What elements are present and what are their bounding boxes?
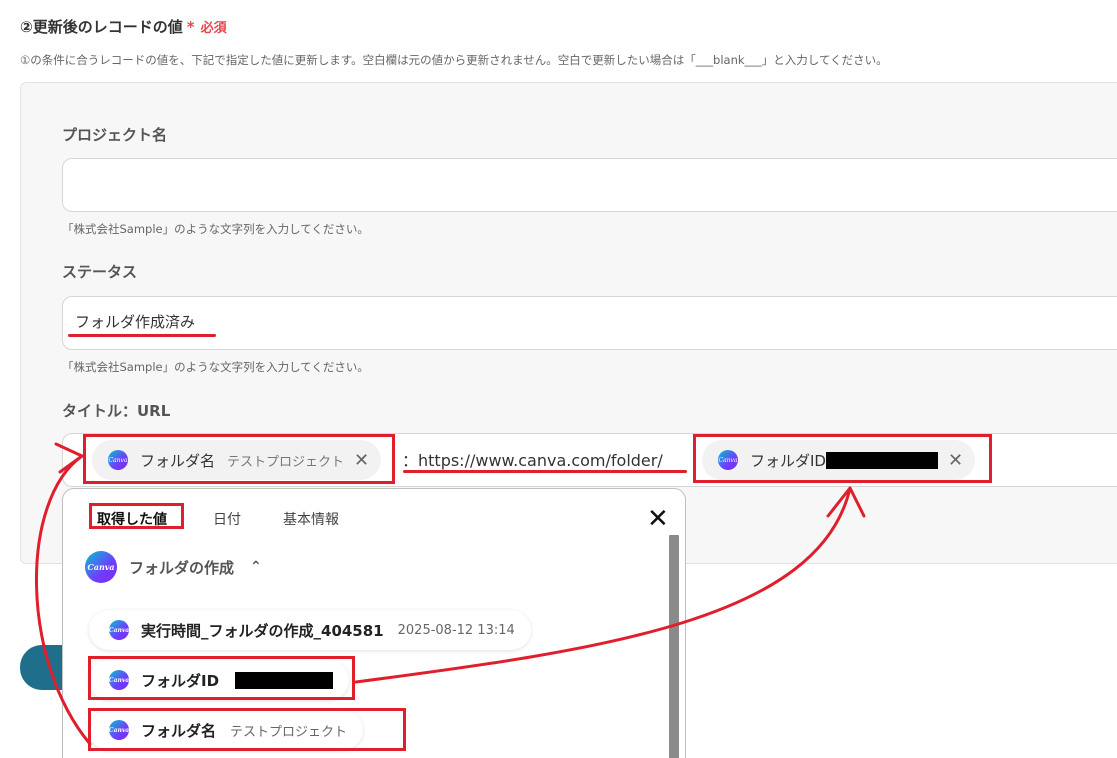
close-icon[interactable]: ✕	[647, 506, 669, 532]
project-name-input[interactable]	[62, 158, 1117, 212]
status-value: フォルダ作成済み	[75, 313, 196, 331]
scrollbar[interactable]	[669, 535, 679, 758]
list-item-execution-time[interactable]: Canva 実行時間_フォルダの作成_404581 2025-08-12 13:…	[89, 610, 531, 650]
status-input[interactable]: フォルダ作成済み	[62, 296, 1117, 350]
section-description: ①の条件に合うレコードの値を、下記で指定した値に更新します。空白欄は元の値から更…	[20, 53, 888, 67]
status-underline-annotation	[68, 334, 216, 337]
acquired-values-tab-annotation	[89, 503, 184, 529]
list-item-value: 2025-08-12 13:14	[397, 622, 515, 638]
folder-id-token-annotation	[693, 434, 992, 483]
folder-name-token-annotation	[83, 434, 395, 484]
url-separator-text: ：https://www.canva.com/folder/	[402, 451, 663, 470]
section-title-text: ②更新後のレコードの値	[20, 18, 183, 36]
required-star: *	[186, 18, 195, 36]
status-hint: 「株式会社Sample」のような文字列を入力してください。	[62, 360, 369, 374]
section-title: ②更新後のレコードの値 * 必須	[20, 16, 227, 37]
canva-logo-icon: Canva	[85, 551, 117, 583]
group-create-folder[interactable]: Canva フォルダの作成 ⌃	[85, 551, 262, 583]
tab-date[interactable]: 日付	[213, 509, 241, 529]
project-name-label: プロジェクト名	[62, 126, 168, 144]
chevron-up-icon[interactable]: ⌃	[250, 559, 262, 575]
list-item-label: 実行時間_フォルダの作成_404581	[141, 621, 384, 640]
url-underline-annotation	[403, 470, 687, 473]
group-label: フォルダの作成	[129, 558, 235, 577]
folder-id-item-annotation	[88, 656, 355, 700]
title-url-label: タイトル：URL	[62, 402, 171, 420]
folder-name-item-annotation	[88, 708, 406, 751]
canva-logo-icon: Canva	[109, 620, 129, 640]
tab-basic-info[interactable]: 基本情報	[283, 509, 339, 529]
project-name-hint: 「株式会社Sample」のような文字列を入力してください。	[62, 222, 369, 236]
required-label: 必須	[200, 21, 227, 36]
status-label: ステータス	[62, 263, 138, 281]
